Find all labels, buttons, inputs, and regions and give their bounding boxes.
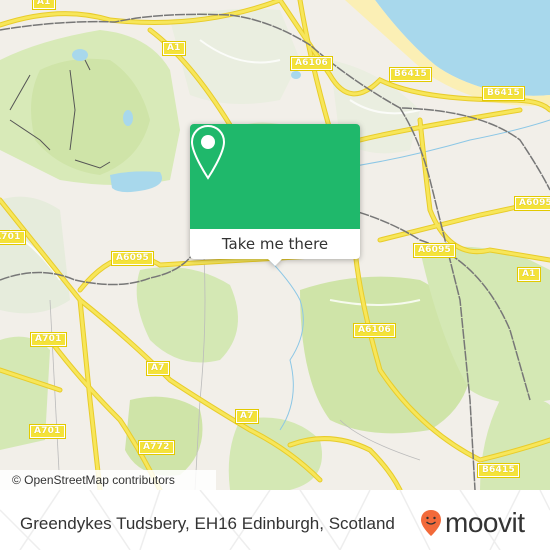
map-view[interactable]: A1 A1 A6106 B6415 B6415 A6095 A701 A6095… xyxy=(0,0,550,490)
moovit-logo-text: moovit xyxy=(445,507,525,538)
road-label-a772: A772 xyxy=(138,440,175,455)
road-label-a701: A701 xyxy=(30,332,67,347)
take-me-there-button[interactable]: Take me there xyxy=(190,229,360,259)
road-label-a6106: A6106 xyxy=(352,323,397,338)
road-label-a6095: A6095 xyxy=(513,196,550,211)
duddingston-loch xyxy=(110,171,163,193)
road-label-a7: A7 xyxy=(146,361,170,376)
location-popup: Take me there xyxy=(190,124,360,266)
road-label-a7: A7 xyxy=(235,409,259,424)
map-attribution[interactable]: © OpenStreetMap contributors xyxy=(0,470,216,490)
road-label-a701: A701 xyxy=(29,424,66,439)
road-label-a6095: A6095 xyxy=(412,243,457,258)
road-label-b6415: B6415 xyxy=(477,463,520,478)
popup-header xyxy=(190,124,360,229)
road-label-b6415: B6415 xyxy=(389,67,432,82)
road-label-a1: A1 xyxy=(517,267,541,282)
road-label-a6106: A6106 xyxy=(289,56,334,71)
road-label-a1: A1 xyxy=(162,41,186,56)
popup-pointer xyxy=(267,258,283,266)
moovit-logo[interactable]: moovit xyxy=(420,506,525,540)
road-label-a6095: A6095 xyxy=(110,251,155,266)
moovit-pin-icon xyxy=(421,510,441,536)
road-label-a1: A1 xyxy=(32,0,56,10)
road-label-b6415: B6415 xyxy=(482,86,525,101)
map-pin-icon xyxy=(190,124,226,180)
footer: Greendykes Tudsbery, EH16 Edinburgh, Sco… xyxy=(0,490,550,550)
road-label-a701: A701 xyxy=(0,230,26,245)
location-address: Greendykes Tudsbery, EH16 Edinburgh, Sco… xyxy=(20,514,395,533)
